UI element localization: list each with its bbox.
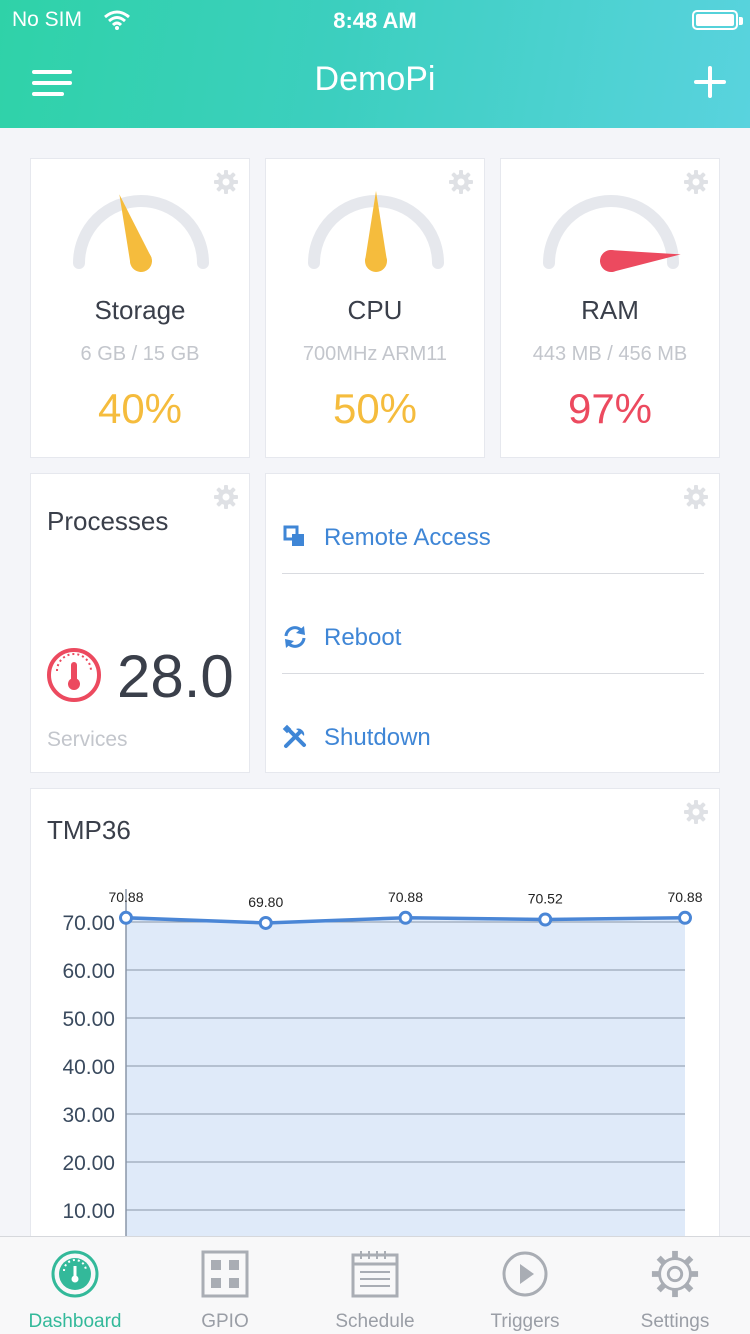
ram-gauge <box>543 195 681 272</box>
y-tick-label: 10.00 <box>62 1200 115 1223</box>
dashboard-gauge-icon <box>51 1250 99 1298</box>
storage-gauge <box>73 194 209 272</box>
tools-icon <box>282 724 306 748</box>
gauge-detail: 6 GB / 15 GB <box>80 343 200 365</box>
y-tick-label: 40.00 <box>62 1056 115 1079</box>
tab-gpio[interactable]: GPIO <box>150 1237 300 1334</box>
gauge-label: RAM <box>581 295 639 325</box>
data-point <box>258 915 273 930</box>
tmp36-card[interactable]: TMP36 70.00 60.00 50.00 40.00 30.00 20.00 10.0… <box>30 788 720 1249</box>
gauge-value: 40% <box>97 385 183 432</box>
data-label: 69.80 <box>248 894 283 910</box>
reboot-icon <box>284 626 306 648</box>
gear-icon <box>650 1249 700 1299</box>
tab-settings[interactable]: Settings <box>600 1237 750 1334</box>
tab-triggers[interactable]: Triggers <box>450 1237 600 1334</box>
play-circle-icon <box>502 1251 548 1297</box>
processes-card[interactable]: Processes 28.0 Services <box>30 473 250 773</box>
data-point <box>119 910 133 925</box>
gauge-label: CPU <box>347 295 403 325</box>
action-label: Shutdown <box>324 724 431 751</box>
gear-icon[interactable] <box>683 169 709 195</box>
cpu-gauge <box>308 191 444 272</box>
action-label: Remote Access <box>324 524 491 551</box>
tab-label: Schedule <box>335 1311 415 1332</box>
processes-value: 28.0 <box>117 643 234 710</box>
data-point <box>678 910 692 925</box>
ram-card[interactable]: RAM 443 MB / 456 MB 97% <box>500 158 720 458</box>
gear-icon[interactable] <box>213 169 239 195</box>
data-label: 70.88 <box>108 889 143 905</box>
y-tick-label: 50.00 <box>62 1008 115 1031</box>
thermometer-gauge-icon <box>47 648 101 702</box>
gauge-detail: 700MHz ARM11 <box>302 343 448 365</box>
divider <box>282 573 704 574</box>
battery-icon <box>692 10 738 30</box>
data-point <box>398 910 413 925</box>
divider <box>282 673 704 674</box>
gauge-detail: 443 MB / 456 MB <box>532 343 688 365</box>
shutdown-button[interactable]: Shutdown <box>282 688 706 788</box>
gauge-value: 50% <box>332 385 418 432</box>
action-label: Reboot <box>324 624 402 651</box>
gauge-label: Storage <box>94 295 186 325</box>
tab-label: GPIO <box>201 1311 249 1332</box>
tab-label: Settings <box>640 1311 710 1332</box>
battery-tip <box>739 17 743 25</box>
actions-card: Remote Access Reboot Shutdown <box>265 473 720 773</box>
tmp36-chart: 70.00 60.00 50.00 40.00 30.00 20.00 10.00 70.88… <box>62 889 703 1249</box>
tab-label: Triggers <box>490 1311 560 1332</box>
remote-access-icon <box>283 525 304 546</box>
tab-dashboard[interactable]: Dashboard <box>0 1237 150 1334</box>
y-tick-label: 70.00 <box>62 912 115 935</box>
status-bar: No SIM 8:48 AM <box>0 8 750 34</box>
tab-label: Dashboard <box>28 1311 122 1332</box>
app-header: No SIM 8:48 AM DemoPi <box>0 0 750 128</box>
y-tick-label: 30.00 <box>62 1104 115 1127</box>
data-point <box>538 912 553 927</box>
y-tick-label: 60.00 <box>62 960 115 983</box>
y-tick-label: 20.00 <box>62 1152 115 1175</box>
data-label: 70.88 <box>388 889 423 905</box>
add-button[interactable] <box>692 64 728 100</box>
calendar-icon <box>351 1251 399 1298</box>
processes-title: Processes <box>47 506 169 536</box>
processes-caption: Services <box>47 728 128 751</box>
gear-icon[interactable] <box>448 169 474 195</box>
chart-area <box>126 917 685 1249</box>
tab-schedule[interactable]: Schedule <box>300 1237 450 1334</box>
cpu-card[interactable]: CPU 700MHz ARM11 50% <box>265 158 485 458</box>
status-time: 8:48 AM <box>333 8 417 33</box>
gpio-grid-icon <box>201 1250 249 1298</box>
tab-bar: Dashboard GPIO Schedule Triggers Setting… <box>0 1236 750 1334</box>
data-label: 70.88 <box>667 889 702 905</box>
storage-card[interactable]: Storage 6 GB / 15 GB 40% <box>30 158 250 458</box>
page-title: DemoPi <box>314 60 436 98</box>
gauge-value: 97% <box>567 385 653 432</box>
gear-icon[interactable] <box>213 484 239 510</box>
data-label: 70.52 <box>528 891 563 907</box>
